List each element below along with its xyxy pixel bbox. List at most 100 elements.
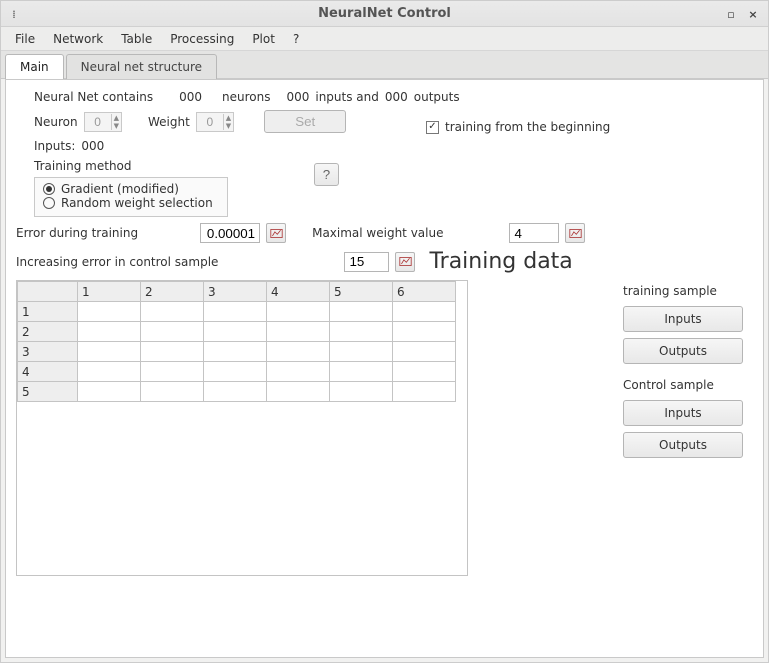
menu-processing[interactable]: Processing xyxy=(162,29,242,49)
inputs-count: 000 xyxy=(286,90,309,104)
row-header[interactable]: 2 xyxy=(18,322,78,342)
neuron-input[interactable] xyxy=(85,114,111,130)
menu-network[interactable]: Network xyxy=(45,29,111,49)
maximal-weight-input[interactable] xyxy=(509,223,559,243)
cell[interactable] xyxy=(267,342,330,362)
control-outputs-button[interactable]: Outputs xyxy=(623,432,743,458)
col-header[interactable]: 1 xyxy=(78,282,141,302)
control-inputs-button[interactable]: Inputs xyxy=(623,400,743,426)
table-row[interactable]: 5 xyxy=(18,382,456,402)
cell[interactable] xyxy=(393,362,456,382)
control-sample-label: Control sample xyxy=(623,378,749,392)
set-button[interactable]: Set xyxy=(264,110,346,133)
tab-strip: Main Neural net structure xyxy=(1,51,768,79)
right-panel: training sample Inputs Outputs Control s… xyxy=(623,280,753,576)
chevron-up-icon[interactable]: ▲ xyxy=(224,114,233,122)
cell[interactable] xyxy=(267,362,330,382)
radio-random[interactable]: Random weight selection xyxy=(43,196,213,210)
cell[interactable] xyxy=(141,382,204,402)
cell[interactable] xyxy=(78,302,141,322)
radio-gradient[interactable]: Gradient (modified) xyxy=(43,182,213,196)
chevron-up-icon[interactable]: ▲ xyxy=(112,114,121,122)
tab-neural-net-structure[interactable]: Neural net structure xyxy=(66,54,217,79)
outputs-label: outputs xyxy=(414,90,460,104)
close-button[interactable]: × xyxy=(746,7,760,21)
cell[interactable] xyxy=(330,362,393,382)
neurons-count: 000 xyxy=(179,90,202,104)
table-row[interactable]: 1 xyxy=(18,302,456,322)
row-header[interactable]: 5 xyxy=(18,382,78,402)
cell[interactable] xyxy=(393,322,456,342)
col-header[interactable]: 3 xyxy=(204,282,267,302)
cell[interactable] xyxy=(204,382,267,402)
inputs-line: Inputs: 000 xyxy=(34,139,753,153)
menu-help[interactable]: ? xyxy=(285,29,307,49)
error-during-training-input[interactable] xyxy=(200,223,260,243)
weight-input[interactable] xyxy=(197,114,223,130)
menu-file[interactable]: File xyxy=(7,29,43,49)
cell[interactable] xyxy=(330,322,393,342)
training-method-help-button[interactable]: ? xyxy=(314,163,339,186)
col-header[interactable]: 4 xyxy=(267,282,330,302)
cell[interactable] xyxy=(267,382,330,402)
neuron-spinner[interactable]: ▲▼ xyxy=(84,112,122,132)
outputs-count: 000 xyxy=(385,90,408,104)
cell[interactable] xyxy=(141,322,204,342)
cell[interactable] xyxy=(393,342,456,362)
cell[interactable] xyxy=(141,362,204,382)
row-header[interactable]: 3 xyxy=(18,342,78,362)
weight-label: Weight xyxy=(148,115,190,129)
chevron-down-icon[interactable]: ▼ xyxy=(224,122,233,130)
cell[interactable] xyxy=(78,362,141,382)
minimize-button[interactable]: ▫ xyxy=(724,7,738,21)
menu-plot[interactable]: Plot xyxy=(244,29,283,49)
col-header[interactable]: 6 xyxy=(393,282,456,302)
cell[interactable] xyxy=(330,382,393,402)
chevron-down-icon[interactable]: ▼ xyxy=(112,122,121,130)
cell[interactable] xyxy=(204,362,267,382)
cell[interactable] xyxy=(330,342,393,362)
cell[interactable] xyxy=(78,342,141,362)
cell[interactable] xyxy=(393,382,456,402)
increasing-error-settings-icon[interactable] xyxy=(395,252,415,272)
neuron-label: Neuron xyxy=(34,115,78,129)
menu-table[interactable]: Table xyxy=(113,29,160,49)
summary-prefix: Neural Net contains xyxy=(34,90,153,104)
cell[interactable] xyxy=(393,302,456,322)
cell[interactable] xyxy=(267,302,330,322)
training-outputs-button[interactable]: Outputs xyxy=(623,338,743,364)
cell[interactable] xyxy=(330,302,393,322)
maxweight-settings-icon[interactable] xyxy=(565,223,585,243)
cell[interactable] xyxy=(78,382,141,402)
cell[interactable] xyxy=(204,342,267,362)
row-header[interactable]: 4 xyxy=(18,362,78,382)
summary-line: Neural Net contains 000 neurons 000 inpu… xyxy=(34,90,753,104)
weight-spinner[interactable]: ▲▼ xyxy=(196,112,234,132)
cell[interactable] xyxy=(267,322,330,342)
row-header[interactable]: 1 xyxy=(18,302,78,322)
cell[interactable] xyxy=(78,322,141,342)
table-row[interactable]: 4 xyxy=(18,362,456,382)
training-beginning-checkbox[interactable]: ✓ xyxy=(426,121,439,134)
table-row[interactable]: 2 xyxy=(18,322,456,342)
cell[interactable] xyxy=(141,342,204,362)
col-header[interactable]: 5 xyxy=(330,282,393,302)
error-during-training-label: Error during training xyxy=(16,226,138,240)
tab-main[interactable]: Main xyxy=(5,54,64,79)
neurons-label: neurons xyxy=(222,90,270,104)
error-settings-icon[interactable] xyxy=(266,223,286,243)
corner-cell xyxy=(18,282,78,302)
table-row[interactable]: 3 xyxy=(18,342,456,362)
radio-icon[interactable] xyxy=(43,183,55,195)
increasing-error-row: Increasing error in control sample Train… xyxy=(16,249,753,274)
cell[interactable] xyxy=(141,302,204,322)
cell[interactable] xyxy=(204,322,267,342)
data-table[interactable]: 1 2 3 4 5 6 1 2 3 4 5 xyxy=(17,281,456,402)
title-bar: ⁞ NeuralNet Control ▫ × xyxy=(1,1,768,27)
training-inputs-button[interactable]: Inputs xyxy=(623,306,743,332)
increasing-error-input[interactable] xyxy=(344,252,389,272)
radio-icon[interactable] xyxy=(43,197,55,209)
cell[interactable] xyxy=(204,302,267,322)
window-handle-icon[interactable]: ⁞ xyxy=(7,7,21,21)
col-header[interactable]: 2 xyxy=(141,282,204,302)
